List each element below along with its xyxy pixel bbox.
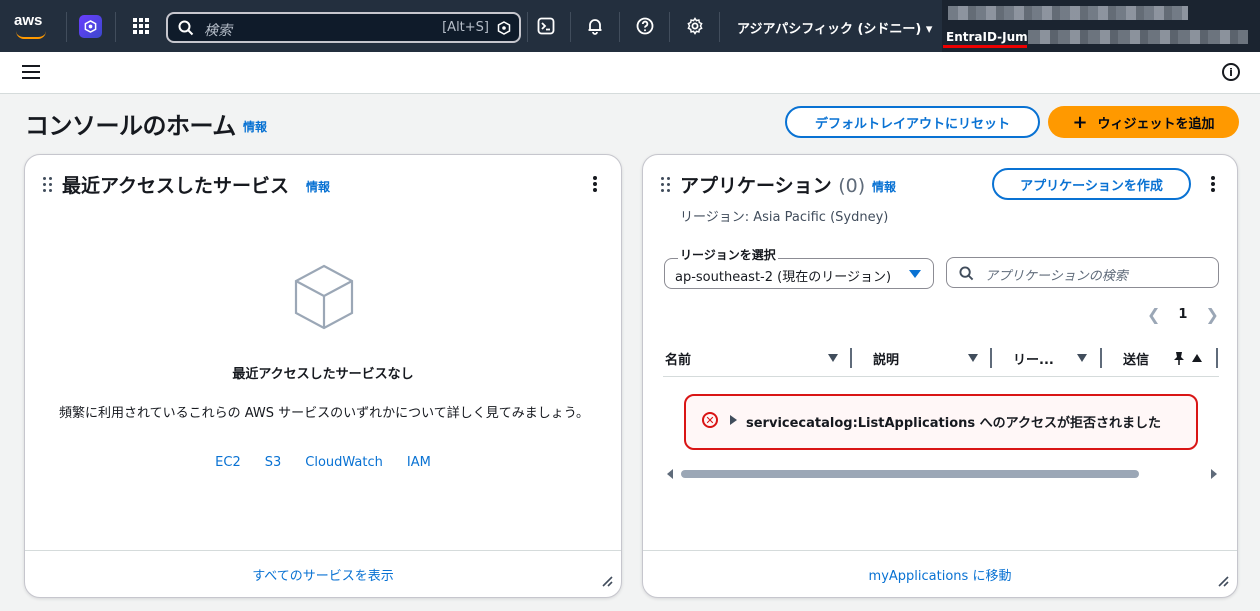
sort-ascending-icon[interactable] (1192, 354, 1202, 362)
column-resizer[interactable] (1216, 348, 1218, 368)
menu-icon[interactable] (22, 65, 40, 81)
error-icon: ✕ (702, 412, 718, 428)
empty-state-description: 頻繁に利用されているこれらの AWS サービスのいずれかについて詳しく見てみまし… (59, 406, 589, 421)
page-number[interactable]: 1 (1178, 307, 1187, 322)
reset-layout-button[interactable]: デフォルトレイアウトにリセット (785, 106, 1040, 138)
column-header-sent[interactable]: 送信 (1123, 349, 1153, 368)
aws-logo[interactable]: aws (14, 12, 50, 40)
drag-handle-icon[interactable] (661, 177, 671, 193)
expand-caret-icon[interactable] (730, 415, 737, 425)
nav-divider (66, 12, 67, 42)
nav-divider (619, 12, 620, 42)
account-name: EntraID-Jump/ (946, 30, 1041, 44)
service-link-iam[interactable]: IAM (407, 455, 431, 470)
search-icon (178, 20, 194, 36)
column-resizer[interactable] (1100, 348, 1102, 368)
error-message: servicecatalog:ListApplications へのアクセスが拒… (746, 416, 1162, 431)
amazon-q-small-icon (497, 21, 511, 35)
region-subtitle: リージョン: Asia Pacific (Sydney) (680, 210, 889, 225)
suggested-services: EC2 S3 CloudWatch IAM (25, 455, 621, 470)
cloudshell-icon[interactable] (534, 14, 558, 38)
redacted-account-info (948, 6, 1188, 20)
column-header-name[interactable]: 名前 (665, 349, 691, 368)
gear-icon[interactable] (683, 14, 707, 38)
widget-title: 最近アクセスしたサービス (62, 175, 290, 197)
column-resizer[interactable] (990, 348, 992, 368)
region-select-label: リージョンを選択 (678, 246, 778, 263)
widget-info-link[interactable]: 情報 (872, 178, 896, 195)
nav-divider (570, 12, 571, 42)
top-navigation: aws 検索 [Alt+S] アジアパシフィック (シドニー) ▾ EntraI… (0, 0, 1260, 52)
nav-divider (115, 12, 116, 42)
add-widget-button[interactable]: + ウィジェットを追加 (1048, 106, 1239, 138)
page-info-link[interactable]: 情報 (243, 118, 267, 135)
scroll-right-icon[interactable] (1211, 469, 1217, 479)
table-header: 名前 説明 リー... 送信 (663, 341, 1219, 377)
caret-down-icon (909, 270, 921, 278)
service-link-cloudwatch[interactable]: CloudWatch (305, 455, 383, 470)
view-all-services-link[interactable]: すべてのサービスを表示 (25, 550, 621, 597)
resize-handle-icon[interactable] (601, 575, 613, 587)
application-search-input[interactable]: アプリケーションの検索 (946, 257, 1219, 288)
plus-icon: + (1072, 111, 1088, 133)
column-header-description[interactable]: 説明 (873, 349, 899, 368)
help-icon[interactable] (633, 14, 657, 38)
go-to-myapplications-link[interactable]: myApplications に移動 (643, 550, 1237, 597)
column-resizer[interactable] (850, 348, 852, 368)
search-shortcut: [Alt+S] (442, 20, 489, 35)
annotation-underline (943, 45, 1027, 48)
horizontal-scrollbar[interactable] (667, 467, 1217, 479)
global-search-input[interactable]: 検索 [Alt+S] (166, 12, 521, 43)
create-application-button[interactable]: アプリケーションを作成 (992, 168, 1191, 200)
service-link-ec2[interactable]: EC2 (215, 455, 241, 470)
search-icon (959, 266, 974, 281)
sort-icon[interactable] (828, 354, 838, 362)
region-selector[interactable]: アジアパシフィック (シドニー) ▾ (737, 18, 932, 37)
applications-widget: アプリケーション (0) 情報 アプリケーションを作成 リージョン: Asia … (642, 154, 1238, 598)
pagination: ❮ 1 ❯ (1147, 305, 1219, 324)
redacted-account-info (1028, 30, 1248, 44)
drag-handle-icon[interactable] (43, 177, 53, 193)
pin-icon[interactable] (1171, 350, 1187, 366)
info-icon[interactable]: i (1222, 63, 1240, 81)
bell-icon[interactable] (583, 14, 607, 38)
amazon-q-icon[interactable] (79, 15, 102, 38)
chevron-right-icon[interactable]: ❯ (1205, 305, 1218, 324)
aws-smile-icon (16, 31, 46, 39)
scroll-thumb[interactable] (681, 470, 1139, 478)
widget-title: アプリケーション (0) (680, 175, 866, 197)
error-alert: ✕ servicecatalog:ListApplications へのアクセス… (684, 394, 1198, 450)
empty-box-icon (294, 264, 354, 330)
column-header-region[interactable]: リー... (1013, 349, 1054, 368)
console-subbar: i (0, 52, 1260, 94)
nav-divider (669, 12, 670, 42)
scroll-left-icon[interactable] (667, 469, 673, 479)
application-count: (0) (838, 175, 866, 197)
apps-grid-icon[interactable] (129, 14, 153, 38)
widget-info-link[interactable]: 情報 (306, 178, 330, 195)
more-options-icon[interactable] (593, 176, 597, 192)
resize-handle-icon[interactable] (1217, 575, 1229, 587)
recent-services-widget: 最近アクセスしたサービス 情報 最近アクセスしたサービスなし 頻繁に利用されてい… (24, 154, 622, 598)
chevron-left-icon[interactable]: ❮ (1147, 305, 1160, 324)
more-options-icon[interactable] (1211, 176, 1215, 192)
sort-icon[interactable] (1077, 354, 1087, 362)
service-link-s3[interactable]: S3 (265, 455, 282, 470)
nav-divider (719, 12, 720, 42)
search-placeholder: 検索 (204, 23, 232, 39)
sort-icon[interactable] (968, 354, 978, 362)
empty-state-title: 最近アクセスしたサービスなし (232, 367, 414, 382)
page-title: コンソールのホーム (25, 112, 236, 140)
nav-divider (527, 12, 528, 42)
